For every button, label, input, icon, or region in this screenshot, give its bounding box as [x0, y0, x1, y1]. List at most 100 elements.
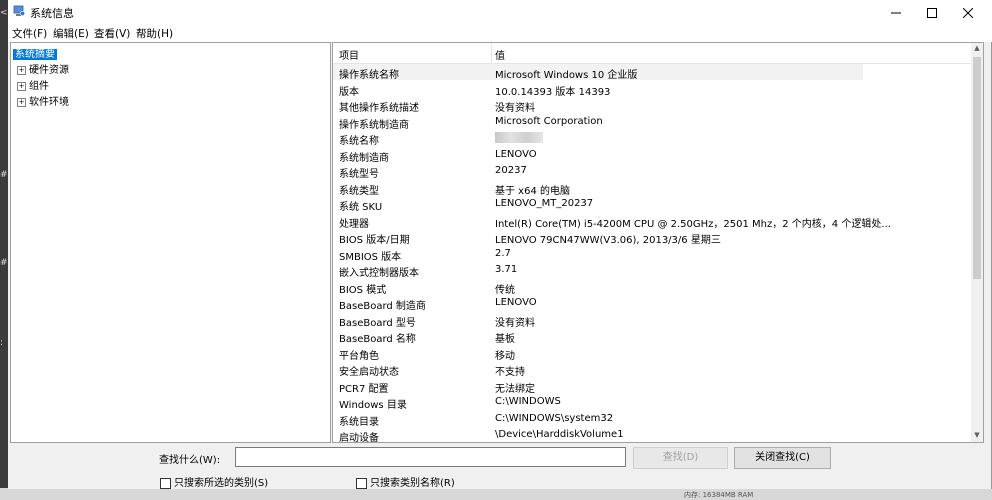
table-row[interactable]: BaseBoard 型号 没有资料: [333, 312, 863, 329]
table-row[interactable]: SMBIOS 版本 2.7: [333, 246, 863, 263]
row-key: BIOS 模式: [339, 284, 387, 296]
menu-view[interactable]: 查看(V): [94, 26, 130, 41]
row-key: 嵌入式控制器版本: [339, 268, 419, 279]
checkbox-label: 只搜索类别名称(R): [370, 478, 455, 489]
vertical-scrollbar[interactable]: ▲ ▼: [971, 43, 983, 442]
menu-help[interactable]: 帮助(H): [136, 26, 173, 41]
find-input[interactable]: [235, 447, 626, 467]
system-info-window: 系统信息 文件(F) 编辑(E) 查看(V) 帮助(H) 系统摘要 + 硬件资源 …: [8, 0, 992, 489]
table-row[interactable]: 其他操作系统描述 没有资料: [333, 97, 863, 114]
row-key: 系统目录: [339, 416, 379, 428]
table-row[interactable]: BaseBoard 名称 基板: [333, 328, 863, 345]
maximize-icon: [927, 7, 937, 18]
row-value: LENOVO_MT_20237: [495, 198, 594, 209]
table-row[interactable]: BIOS 版本/日期 LENOVO 79CN47WW(V3.06), 2013/3…: [333, 229, 863, 246]
table-row[interactable]: BIOS 模式 传统: [333, 279, 863, 296]
row-key: BaseBoard 型号: [339, 317, 416, 329]
tree-item-label: 系统摘要: [13, 49, 57, 60]
row-value: Intel(R) Core(TM) i5-4200M CPU @ 2.50GHz…: [495, 218, 891, 230]
row-key: 安全启动状态: [339, 367, 399, 378]
row-value: LENOVO 79CN47WW(V3.06), 2013/3/6 星期三: [495, 235, 721, 246]
table-row[interactable]: 系统型号 20237: [333, 163, 863, 180]
row-key: BIOS 版本/日期: [339, 235, 410, 246]
table-row[interactable]: Windows 目录 C:\WINDOWS: [333, 394, 863, 411]
column-header-value[interactable]: 值: [495, 47, 505, 62]
row-value: 不支持: [495, 367, 525, 378]
table-row[interactable]: 嵌入式控制器版本 3.71: [333, 262, 863, 279]
tree-item-software[interactable]: + 软件环境: [17, 93, 69, 108]
expand-icon[interactable]: +: [17, 81, 26, 91]
row-key: PCR7 配置: [339, 383, 389, 395]
row-value: 移动: [495, 350, 515, 362]
table-row[interactable]: 操作系统制造商 Microsoft Corporation: [333, 114, 863, 131]
close-find-button[interactable]: 关闭查找(C): [734, 447, 831, 469]
scroll-down-arrow-icon[interactable]: ▼: [971, 431, 983, 439]
tree-item-components[interactable]: + 组件: [17, 77, 49, 92]
checkbox[interactable]: [356, 477, 367, 489]
scroll-up-arrow-icon[interactable]: ▲: [971, 44, 983, 52]
tree-item-system-summary[interactable]: 系统摘要: [13, 45, 57, 60]
only-category-names-option[interactable]: 只搜索类别名称(R): [356, 474, 455, 489]
background-window-strip: [0, 488, 992, 500]
row-key: 处理器: [339, 218, 369, 230]
row-key: 系统名称: [339, 136, 379, 147]
row-value: C:\WINDOWS: [495, 396, 561, 407]
only-selected-category-option[interactable]: 只搜索所选的类别(S): [160, 474, 268, 489]
row-value-redacted: [495, 132, 543, 144]
system-info-app-icon: [13, 5, 25, 16]
table-row[interactable]: 系统目录 C:\WINDOWS\system32: [333, 411, 863, 428]
checkbox[interactable]: [160, 477, 171, 489]
table-row[interactable]: BaseBoard 制造商 LENOVO: [333, 295, 863, 312]
minimize-button[interactable]: [880, 0, 912, 24]
row-value: 基板: [495, 334, 515, 345]
row-value: 10.0.14393 版本 14393: [495, 86, 611, 98]
row-value: 没有资料: [495, 103, 535, 114]
scrollbar-thumb[interactable]: [973, 57, 981, 279]
menu-edit[interactable]: 编辑(E): [53, 26, 89, 41]
table-row[interactable]: 版本 10.0.14393 版本 14393: [333, 81, 863, 98]
row-key: 启动设备: [339, 433, 379, 443]
find-bar: 查找什么(W): 查找(D) 关闭查找(C): [8, 446, 992, 470]
row-value: Microsoft Windows 10 企业版: [495, 70, 638, 81]
row-key: 其他操作系统描述: [339, 103, 419, 114]
window-title: 系统信息: [30, 7, 74, 20]
find-button[interactable]: 查找(D): [633, 447, 728, 469]
row-value: Microsoft Corporation: [495, 115, 603, 127]
row-value: C:\WINDOWS\system32: [495, 412, 614, 424]
table-row[interactable]: 平台角色 移动: [333, 345, 863, 362]
maximize-button[interactable]: [916, 0, 948, 24]
expand-icon[interactable]: +: [17, 97, 26, 107]
row-key: 操作系统名称: [339, 70, 399, 81]
table-row[interactable]: 启动设备 \Device\HarddiskVolume1: [333, 427, 863, 443]
table-row[interactable]: 操作系统名称 Microsoft Windows 10 企业版: [333, 64, 863, 81]
table-row[interactable]: 系统类型 基于 x64 的电脑: [333, 180, 863, 197]
row-value: LENOVO: [495, 148, 537, 160]
table-row[interactable]: 系统 SKU LENOVO_MT_20237: [333, 196, 863, 213]
expand-icon[interactable]: +: [17, 65, 26, 75]
table-row[interactable]: 系统制造商 LENOVO: [333, 147, 863, 164]
menu-file[interactable]: 文件(F): [12, 26, 47, 41]
column-divider[interactable]: [491, 43, 492, 63]
row-key: 系统 SKU: [339, 202, 383, 213]
checkbox-label: 只搜索所选的类别(S): [174, 478, 269, 489]
row-key: BaseBoard 名称: [339, 334, 416, 345]
column-header-item[interactable]: 项目: [339, 47, 359, 62]
table-row[interactable]: PCR7 配置 无法绑定: [333, 378, 863, 395]
row-value: 2.7: [495, 247, 511, 259]
tree-item-label: 硬件资源: [29, 65, 69, 76]
table-row[interactable]: 处理器 Intel(R) Core(TM) i5-4200M CPU @ 2.50…: [333, 213, 891, 230]
minimize-icon: [891, 12, 901, 13]
tree-item-hardware[interactable]: + 硬件资源: [17, 61, 69, 76]
background-window-edge: < # # :: [0, 0, 8, 500]
tree-item-label: 软件环境: [29, 97, 69, 108]
background-status-text: 内存: 16384MB RAM: [684, 491, 754, 499]
row-value: LENOVO: [495, 297, 537, 308]
menu-bar: 文件(F) 编辑(E) 查看(V) 帮助(H): [8, 24, 992, 42]
table-row[interactable]: 安全启动状态 不支持: [333, 361, 863, 378]
row-value: 20237: [495, 165, 527, 176]
close-button[interactable]: [952, 0, 984, 24]
row-key: BaseBoard 制造商: [339, 301, 426, 312]
row-key: Windows 目录: [339, 400, 407, 411]
table-row[interactable]: 系统名称: [333, 130, 863, 147]
details-list: 项目 值 操作系统名称 Microsoft Windows 10 企业版 版本 10…: [332, 42, 984, 443]
